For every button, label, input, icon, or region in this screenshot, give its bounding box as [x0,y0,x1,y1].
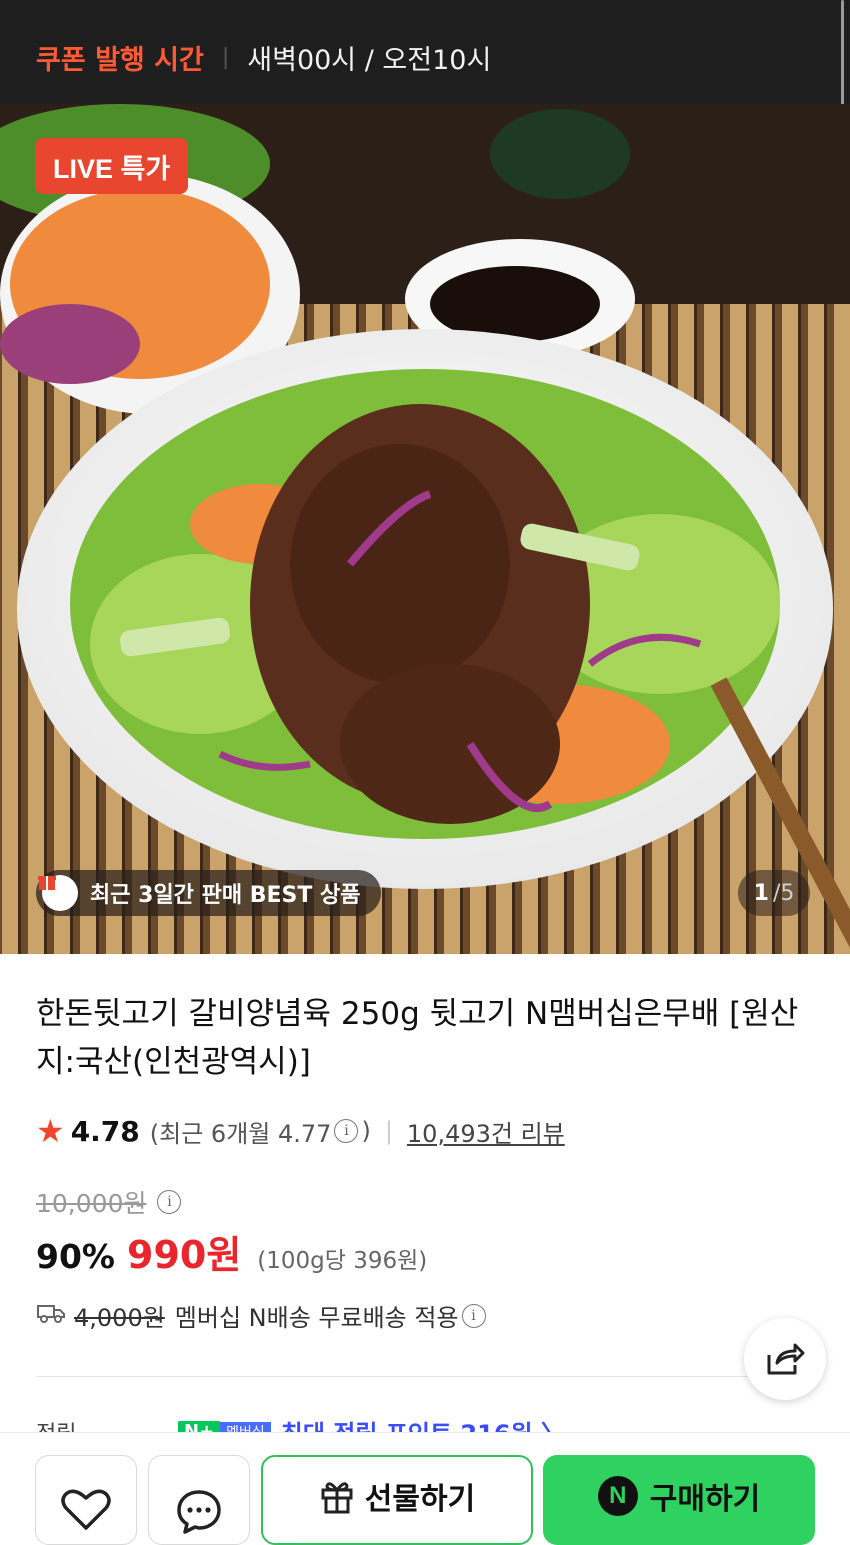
live-deal-badge: LIVE 특가 [35,138,189,194]
sale-price: 990원 [127,1233,242,1277]
page-total: /5 [772,880,795,906]
divider-line [36,1376,816,1377]
wishlist-button[interactable] [35,1455,137,1545]
discount-rate: 90% [36,1237,115,1276]
truck-icon [36,1302,66,1330]
star-icon: ★ [36,1112,65,1150]
rating-row: ★ 4.78 (최근 6개월 4.77 i ) | 10,493건 리뷰 [36,1112,565,1150]
gift-button[interactable]: 선물하기 [261,1455,533,1545]
price-row: 90% 990원 (100g당 396원) [36,1224,427,1279]
best-badge-text: 최근 3일간 판매 BEST 상품 [90,883,361,908]
best-product-badge: 최근 3일간 판매 BEST 상품 [36,870,381,916]
gift-icon [321,1482,353,1514]
original-price: 10,000원 [36,1189,147,1218]
coupon-label: 쿠폰 발행 시간 [36,45,204,76]
gift-label: 선물하기 [364,1482,476,1517]
coupon-time: 새벽00시 / 오전10시 [247,45,492,76]
buy-label: 구매하기 [649,1482,761,1517]
shipping-row: 4,000원 멤버십 N배송 무료배송 적용 i [36,1298,489,1333]
original-price-row: 10,000원 i [36,1184,184,1220]
talk-talk-button[interactable] [148,1455,250,1545]
buy-button[interactable]: N 구매하기 [543,1455,815,1545]
chat-icon [177,1490,221,1534]
product-title: 한돈뒷고기 갈비양념육 250g 뒷고기 N맴버십은무배 [원산지:국산(인천광… [36,996,799,1080]
info-icon[interactable]: i [461,1303,486,1328]
naver-n-icon: N [597,1476,638,1516]
divider: | [384,1117,393,1145]
review-count-link[interactable]: 10,493건 리뷰 [407,1114,565,1149]
product-image-carousel[interactable]: LIVE 특가 최근 3일간 판매 BEST 상품 1 /5 [0,104,850,954]
share-icon [767,1343,805,1375]
rating-value: 4.78 [70,1114,140,1148]
coupon-banner: 쿠폰 발행 시간 | 새벽00시 / 오전10시 [0,0,850,120]
shipping-note: 멤버십 N배송 무료배송 적용 [174,1304,459,1332]
info-icon[interactable]: i [334,1119,359,1143]
recent-rating: (최근 6개월 4.77 [149,1119,332,1148]
scrollbar[interactable] [841,0,844,120]
bottom-action-bar: 선물하기 N 구매하기 [0,1432,850,1545]
separator: | [221,45,230,70]
share-button[interactable] [744,1318,826,1400]
heart-icon [61,1489,111,1530]
unit-price: (100g당 396원) [257,1248,428,1274]
product-photo [0,104,850,954]
page-current: 1 [753,880,769,906]
recent-rating-close: ) [361,1117,371,1145]
info-icon[interactable]: i [157,1190,182,1214]
gift-box-icon [38,875,78,911]
image-page-counter: 1 /5 [738,870,810,916]
shipping-original-fee: 4,000원 [74,1304,165,1332]
